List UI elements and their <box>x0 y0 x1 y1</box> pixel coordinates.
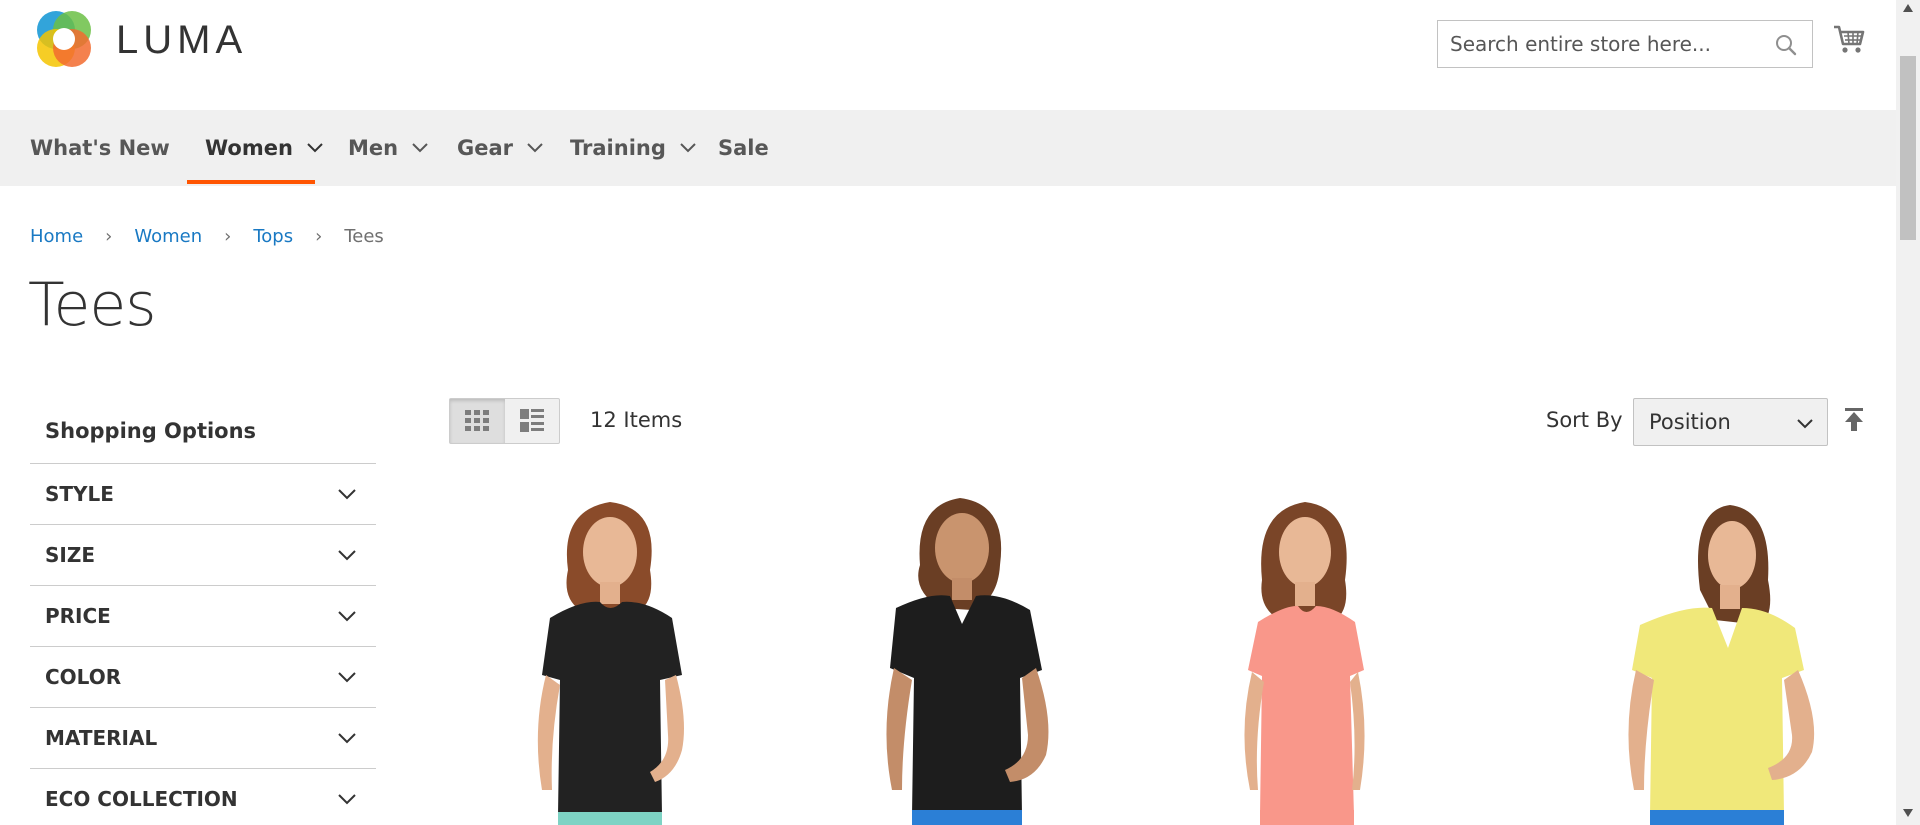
search-icon[interactable] <box>1774 33 1798 57</box>
filter-size[interactable]: SIZE <box>30 525 376 586</box>
chevron-down-icon <box>338 610 356 621</box>
sidebar-title: Shopping Options <box>30 398 376 464</box>
shirt-shape <box>890 595 1042 815</box>
pants-shape <box>1260 810 1354 825</box>
product-photo-black-vneck-tee <box>886 498 1049 825</box>
scroll-down-arrow-icon[interactable] <box>1903 809 1913 817</box>
filter-label: ECO COLLECTION <box>45 787 238 811</box>
breadcrumb-women[interactable]: Women <box>134 226 202 247</box>
view-mode-switcher <box>449 398 560 444</box>
pants-shape <box>1650 810 1784 825</box>
chevron-down-icon <box>338 671 356 682</box>
nav-item-label: Gear <box>457 136 514 160</box>
chevron-down-icon <box>338 488 356 499</box>
breadcrumb-separator-icon: › <box>315 225 323 247</box>
sort-by-label: Sort By <box>1546 408 1623 432</box>
breadcrumb-home[interactable]: Home <box>30 226 83 247</box>
nav-item-label: Sale <box>718 136 769 160</box>
filter-price[interactable]: PRICE <box>30 586 376 647</box>
nav-item-label: Men <box>348 136 399 160</box>
breadcrumb: Home › Women › Tops › Tees <box>30 222 384 250</box>
nav-item-label: Training <box>570 136 666 160</box>
filter-label: STYLE <box>45 482 114 506</box>
nav-item-women[interactable]: Women <box>205 110 323 186</box>
sort-by-select[interactable]: Position <box>1633 398 1828 446</box>
search-input[interactable] <box>1438 32 1758 56</box>
store-logo[interactable]: LUMA <box>30 6 250 74</box>
nav-active-underline <box>187 180 315 184</box>
breadcrumb-current: Tees <box>344 225 384 247</box>
shirt-shape <box>542 601 682 815</box>
scroll-up-arrow-icon[interactable] <box>1903 4 1913 12</box>
breadcrumb-separator-icon: › <box>105 225 113 247</box>
item-count: 12 Items <box>590 408 683 432</box>
sort-by-value: Position <box>1649 410 1731 434</box>
breadcrumb-tops[interactable]: Tops <box>253 226 293 247</box>
luma-logo-icon <box>37 11 91 67</box>
grid-icon <box>465 410 490 431</box>
nav-item-gear[interactable]: Gear <box>457 110 543 186</box>
pants-shape <box>558 812 662 825</box>
shopping-options-sidebar: Shopping Options STYLE SIZE PRICE COLOR … <box>30 398 376 825</box>
product-image[interactable] <box>1500 490 1830 825</box>
list-view-button[interactable] <box>505 399 560 443</box>
product-image[interactable] <box>1150 490 1480 825</box>
chevron-down-icon <box>307 143 323 153</box>
filter-label: SIZE <box>45 543 96 567</box>
product-photo-coral-tee <box>1244 502 1365 825</box>
nav-item-men[interactable]: Men <box>348 110 428 186</box>
product-photo-yellow-vneck-tee <box>1628 505 1815 825</box>
filter-color[interactable]: COLOR <box>30 647 376 708</box>
filter-label: MATERIAL <box>45 726 158 750</box>
chevron-down-icon <box>527 143 543 153</box>
chevron-down-icon <box>338 732 356 743</box>
filter-label: COLOR <box>45 665 122 689</box>
nav-item-sale[interactable]: Sale <box>718 110 769 186</box>
shirt-shape <box>1248 605 1364 815</box>
chevron-down-icon <box>412 143 428 153</box>
page-header: LUMA <box>0 0 1896 110</box>
logo-text: LUMA <box>116 17 248 62</box>
breadcrumb-separator-icon: › <box>224 225 232 247</box>
product-photo-black-scoop-tee <box>537 502 684 825</box>
shirt-shape <box>1632 607 1804 815</box>
pants-shape <box>912 810 1022 825</box>
scroll-thumb[interactable] <box>1900 56 1916 240</box>
nav-item-training[interactable]: Training <box>570 110 696 186</box>
main-navigation: What's New Women Men Gear Training Sale <box>0 110 1896 186</box>
chevron-down-icon <box>680 143 696 153</box>
chevron-down-icon <box>338 549 356 560</box>
list-icon <box>519 409 544 432</box>
filter-label: PRICE <box>45 604 111 628</box>
chevron-down-icon <box>338 793 356 804</box>
nav-item-label: What's New <box>30 136 170 160</box>
sort-direction-arrow-icon[interactable] <box>1843 408 1865 432</box>
filter-eco-collection[interactable]: ECO COLLECTION <box>30 769 376 825</box>
chevron-down-icon <box>1797 419 1813 429</box>
nav-item-label: Women <box>205 136 293 160</box>
cart-icon[interactable] <box>1832 22 1866 56</box>
page-scrollbar[interactable] <box>1896 0 1920 825</box>
product-image[interactable] <box>450 490 780 825</box>
product-image[interactable] <box>800 490 1130 825</box>
filter-style[interactable]: STYLE <box>30 464 376 525</box>
grid-view-button[interactable] <box>450 399 505 443</box>
nav-item-whats-new[interactable]: What's New <box>30 110 170 186</box>
search-box <box>1437 20 1813 68</box>
page-title: Tees <box>28 270 157 340</box>
filter-material[interactable]: MATERIAL <box>30 708 376 769</box>
